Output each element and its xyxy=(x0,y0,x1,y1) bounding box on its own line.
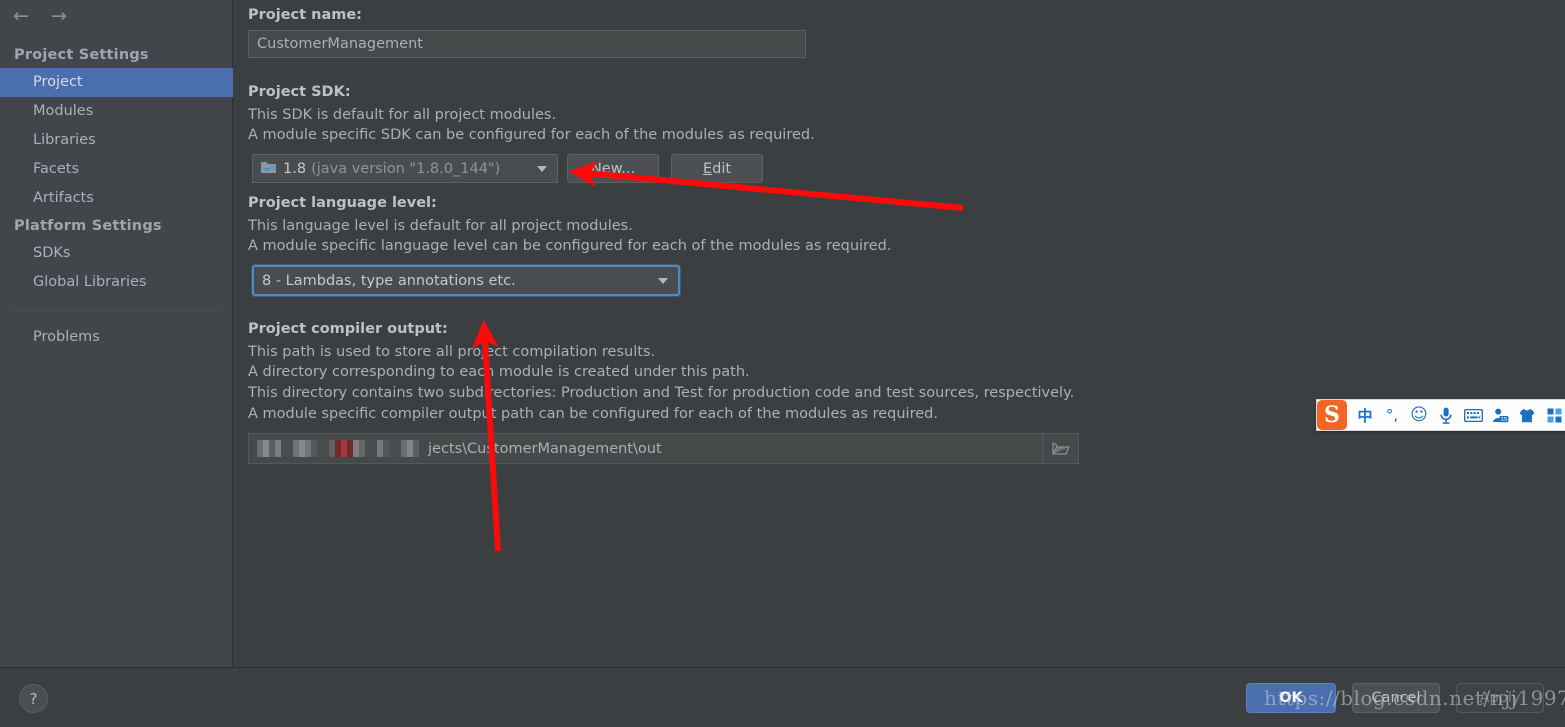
edit-sdk-button[interactable]: Edit xyxy=(671,154,763,183)
sidebar-nav-arrows: ← → xyxy=(0,0,233,34)
compiler-output-path-input[interactable]: jects\CustomerManagement\out xyxy=(248,433,1079,464)
sidebar-item-artifacts[interactable]: Artifacts xyxy=(0,184,233,213)
compiler-output-desc-line1: This path is used to store all project c… xyxy=(248,344,656,360)
skin-icon[interactable] xyxy=(1515,401,1539,429)
cancel-button[interactable]: Cancel xyxy=(1352,683,1440,713)
compiler-output-desc-line4: A module specific compiler output path c… xyxy=(248,406,938,422)
browse-folder-icon[interactable] xyxy=(1042,434,1078,463)
compiler-output-path-visible: jects\CustomerManagement\out xyxy=(428,440,662,457)
edit-sdk-button-mnemonic: E xyxy=(702,160,713,177)
microphone-icon[interactable] xyxy=(1434,401,1458,429)
apply-button[interactable]: Apply xyxy=(1456,683,1544,713)
project-sdk-combobox[interactable]: 1.8 (java version "1.8.0_144") xyxy=(252,154,558,183)
forward-arrow-icon[interactable]: → xyxy=(48,7,70,27)
emoji-icon[interactable]: ☺ xyxy=(1407,401,1431,429)
project-structure-dialog: ← → Project Settings Project Modules Lib… xyxy=(0,0,1565,727)
sogou-logo-icon[interactable]: S xyxy=(1317,400,1347,430)
language-level-desc-line2: A module specific language level can be … xyxy=(248,238,892,254)
language-level-label: Project language level: xyxy=(248,195,437,211)
sogou-ime-toolbar[interactable]: S 中 °, ☺ 15 xyxy=(1316,399,1565,431)
sidebar-item-modules[interactable]: Modules xyxy=(0,97,233,126)
project-name-input[interactable]: CustomerManagement xyxy=(248,30,806,58)
project-sdk-desc-line1: This SDK is default for all project modu… xyxy=(248,107,557,123)
language-level-desc-line1: This language level is default for all p… xyxy=(248,218,633,234)
language-level-combobox[interactable]: 8 - Lambdas, type annotations etc. xyxy=(252,265,680,296)
project-name-label: Project name: xyxy=(248,7,362,23)
sidebar-item-facets[interactable]: Facets xyxy=(0,155,233,184)
compiler-output-desc-line2: A directory corresponding to each module… xyxy=(248,364,750,380)
compiler-output-label: Project compiler output: xyxy=(248,321,448,337)
sidebar-item-sdks[interactable]: SDKs xyxy=(0,239,233,268)
language-level-selected: 8 - Lambdas, type annotations etc. xyxy=(262,272,516,289)
new-sdk-button[interactable]: New... xyxy=(567,154,659,183)
project-sdk-desc-line2: A module specific SDK can be configured … xyxy=(248,127,815,143)
redacted-path-mosaic xyxy=(257,440,419,457)
help-button[interactable]: ? xyxy=(19,684,48,713)
sidebar-item-problems[interactable]: Problems xyxy=(0,323,233,352)
soft-keyboard-icon[interactable] xyxy=(1461,401,1485,429)
settings-sidebar: ← → Project Settings Project Modules Lib… xyxy=(0,0,233,667)
chevron-down-icon xyxy=(537,165,547,172)
svg-text:15: 15 xyxy=(1500,416,1507,422)
ok-button[interactable]: OK xyxy=(1246,683,1336,713)
sdk-folder-icon xyxy=(261,160,277,178)
sidebar-group-platform-settings: Platform Settings xyxy=(14,218,162,234)
punctuation-mode-icon[interactable]: °, xyxy=(1380,401,1404,429)
project-sdk-label: Project SDK: xyxy=(248,84,351,100)
sidebar-item-libraries[interactable]: Libraries xyxy=(0,126,233,155)
project-settings-panel: Project name: CustomerManagement Project… xyxy=(234,0,1565,667)
project-sdk-selected-detail: (java version "1.8.0_144") xyxy=(311,160,501,177)
sidebar-item-project[interactable]: Project xyxy=(0,68,233,97)
edit-sdk-button-rest: dit xyxy=(712,160,732,177)
toolbox-icon[interactable] xyxy=(1542,401,1565,429)
user-profile-icon[interactable]: 15 xyxy=(1488,401,1512,429)
chevron-down-icon xyxy=(658,277,668,284)
back-arrow-icon[interactable]: ← xyxy=(10,7,32,27)
sidebar-tree: Project Settings Project Modules Librari… xyxy=(0,42,233,352)
compiler-output-desc-line3: This directory contains two subdirectori… xyxy=(248,385,1075,401)
sidebar-item-global-libraries[interactable]: Global Libraries xyxy=(0,268,233,297)
sidebar-group-project-settings: Project Settings xyxy=(14,47,149,63)
project-sdk-selected-name: 1.8 xyxy=(283,160,307,177)
sidebar-divider xyxy=(14,310,219,311)
chinese-mode-icon[interactable]: 中 xyxy=(1353,401,1377,429)
